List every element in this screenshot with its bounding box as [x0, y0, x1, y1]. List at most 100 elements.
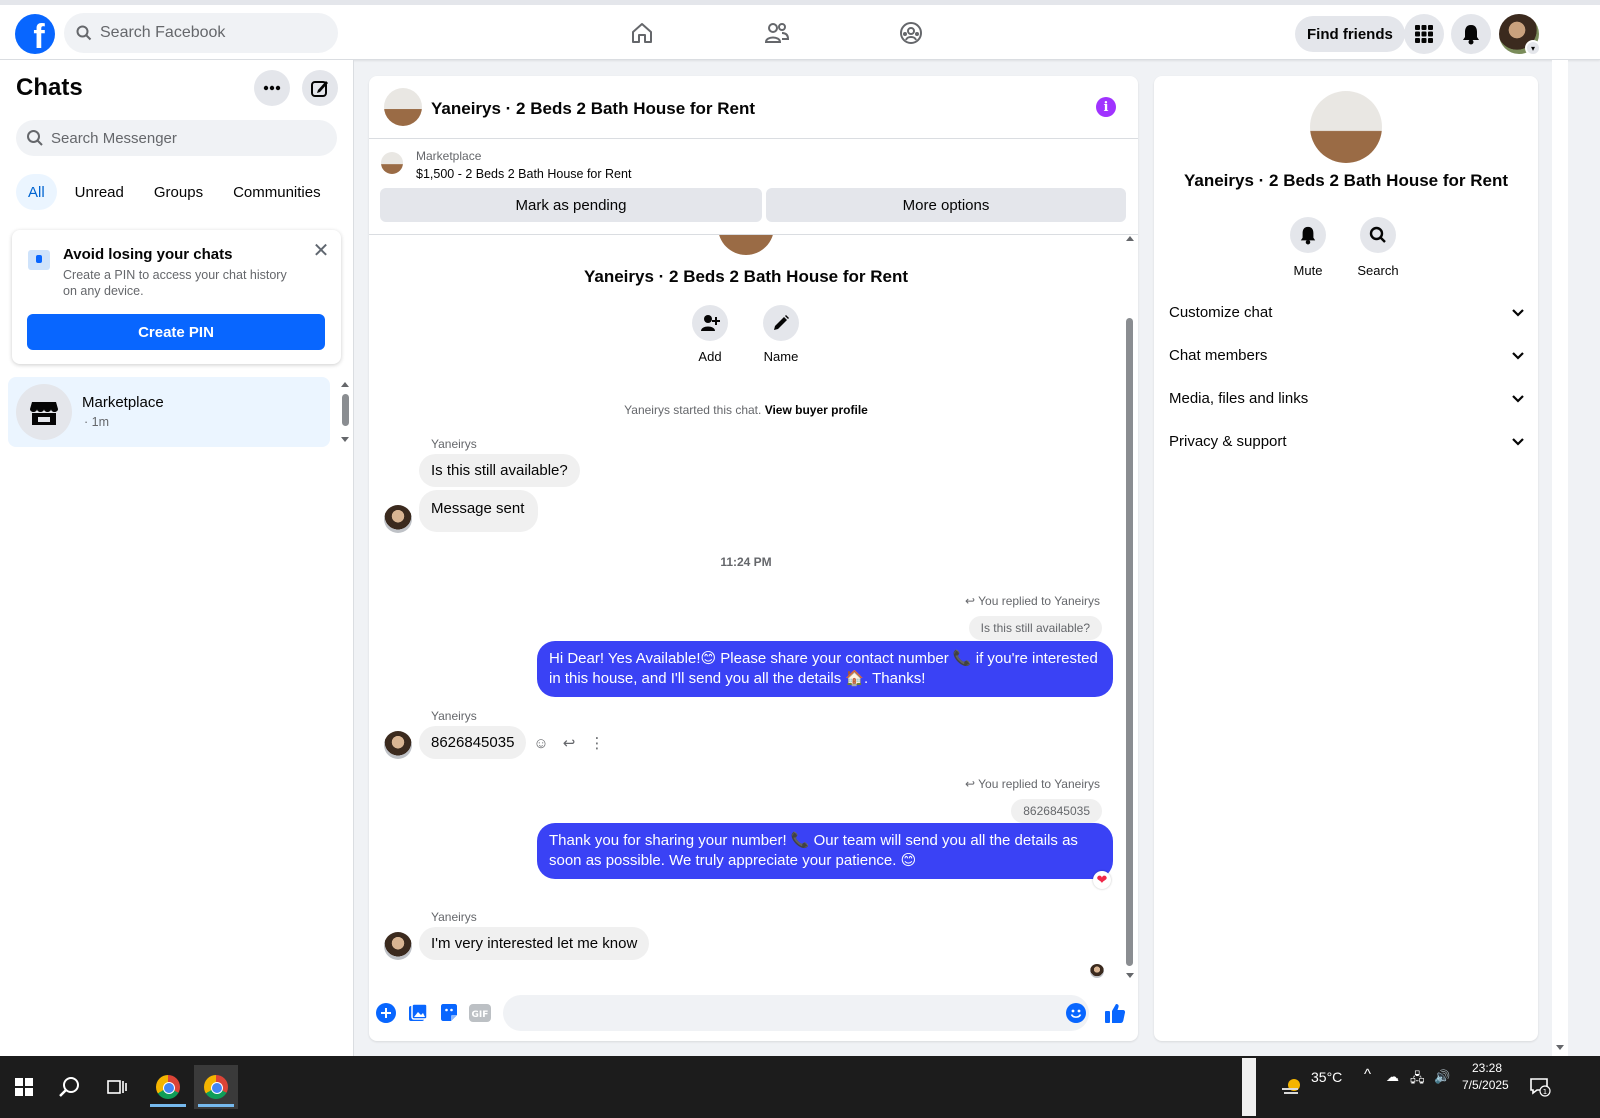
sender-avatar[interactable] — [384, 731, 412, 759]
pin-card-title: Avoid losing your chats — [63, 246, 233, 263]
groups-icon[interactable] — [895, 17, 927, 49]
clock-time[interactable]: 23:28 — [1472, 1061, 1502, 1075]
search-icon — [1360, 217, 1396, 253]
chevron-down-icon — [1512, 394, 1524, 403]
pin-reminder-card: Avoid losing your chats Create a PIN to … — [12, 230, 341, 364]
section-privacy-support[interactable]: Privacy & support — [1169, 423, 1525, 459]
find-friends-button[interactable]: Find friends — [1295, 16, 1405, 52]
section-customize-chat[interactable]: Customize chat — [1169, 294, 1525, 330]
like-icon[interactable] — [1104, 1002, 1126, 1024]
chat-avatar[interactable] — [384, 88, 422, 126]
clock-date[interactable]: 7/5/2025 — [1462, 1078, 1509, 1092]
menu-grid-icon[interactable] — [1404, 14, 1444, 54]
create-pin-button[interactable]: Create PIN — [27, 314, 325, 350]
chat-title[interactable]: Yaneirys · 2 Beds 2 Bath House for Rent — [431, 99, 755, 119]
bell-icon[interactable] — [1451, 14, 1491, 54]
incoming-message[interactable]: Message sent — [419, 490, 539, 532]
intro-title: Yaneirys · 2 Beds 2 Bath House for Rent — [583, 267, 909, 286]
outgoing-message[interactable]: Hi Dear! Yes Available!😊 Please share yo… — [537, 641, 1113, 697]
more-vertical-icon[interactable]: ⋮ — [588, 734, 606, 752]
replied-indicator: ↩ You replied to Yaneirys — [964, 777, 1100, 791]
conversation-time: · 1m — [84, 415, 109, 429]
gif-icon[interactable]: GIF — [469, 1002, 491, 1024]
search-in-chat-button[interactable]: Search — [1348, 217, 1408, 278]
emoji-icon[interactable] — [1065, 1002, 1087, 1024]
sender-avatar[interactable] — [384, 505, 412, 533]
chat-scrollbar[interactable] — [1124, 236, 1136, 978]
section-chat-members[interactable]: Chat members — [1169, 337, 1525, 373]
weather-temp[interactable]: 35°C — [1311, 1069, 1342, 1085]
heart-reaction-icon[interactable]: ❤ — [1093, 871, 1111, 889]
new-message-icon[interactable] — [302, 70, 338, 106]
section-media-files-links[interactable]: Media, files and links — [1169, 380, 1525, 416]
quoted-message[interactable]: Is this still available? — [968, 616, 1102, 640]
sidebar-scrollbar[interactable] — [339, 382, 351, 442]
outgoing-message[interactable]: Thank you for sharing your number! 📞 Our… — [537, 823, 1113, 879]
info-panel-title: Yaneirys · 2 Beds 2 Bath House for Rent — [1183, 171, 1509, 190]
chat-info-panel: Yaneirys · 2 Beds 2 Bath House for Rent … — [1154, 76, 1538, 1041]
weather-icon[interactable] — [1270, 1065, 1314, 1109]
replied-indicator: ↩ You replied to Yaneirys — [964, 594, 1100, 608]
profile-avatar[interactable]: ▾ — [1499, 14, 1541, 56]
add-label: Add — [698, 349, 722, 364]
chevron-down-icon — [1512, 437, 1524, 446]
sender-avatar[interactable] — [384, 932, 412, 960]
add-people-button[interactable]: Add — [680, 305, 740, 364]
incoming-message[interactable]: I'm very interested let me know — [419, 927, 650, 960]
notification-center-icon[interactable]: 1 — [1518, 1065, 1562, 1109]
more-options-icon[interactable] — [254, 70, 290, 106]
facebook-logo[interactable]: f — [15, 14, 55, 54]
chrome-icon[interactable] — [146, 1065, 190, 1109]
page-scrollbar[interactable] — [1552, 60, 1568, 1056]
photo-icon[interactable] — [407, 1002, 429, 1024]
svg-text:1: 1 — [1543, 1088, 1547, 1096]
name-chat-button[interactable]: Name — [751, 305, 811, 364]
home-icon[interactable] — [626, 17, 658, 49]
search-icon[interactable] — [48, 1065, 92, 1109]
filter-groups[interactable]: Groups — [142, 174, 215, 210]
mute-button[interactable]: Mute — [1278, 217, 1338, 278]
windows-start-icon[interactable] — [2, 1065, 46, 1109]
more-options-button[interactable]: More options — [766, 188, 1126, 222]
filter-all[interactable]: All — [16, 174, 57, 210]
messenger-search-input[interactable] — [51, 129, 311, 147]
filter-communities[interactable]: Communities — [221, 174, 333, 210]
incoming-message[interactable]: Is this still available? — [419, 454, 580, 487]
chevron-up-icon[interactable]: ^ — [1364, 1066, 1371, 1083]
listing-title[interactable]: $1,500 - 2 Beds 2 Bath House for Rent — [416, 167, 631, 181]
messenger-search[interactable] — [16, 120, 337, 156]
sticker-icon[interactable] — [438, 1002, 460, 1024]
quoted-message[interactable]: 8626845035 — [1011, 799, 1102, 823]
view-buyer-profile-link[interactable]: View buyer profile — [765, 403, 868, 417]
task-view-icon[interactable] — [95, 1065, 139, 1109]
plus-circle-icon[interactable] — [375, 1002, 397, 1024]
network-icon[interactable]: 🖧 — [1410, 1069, 1425, 1091]
listing-thumbnail[interactable] — [381, 152, 403, 174]
conversation-item-marketplace[interactable]: Marketplace · 1m — [8, 377, 330, 447]
taskbar-scroll[interactable] — [1242, 1058, 1256, 1116]
facebook-search[interactable] — [64, 13, 338, 53]
chat-window: Yaneirys · 2 Beds 2 Bath House for Rent … — [369, 76, 1138, 1041]
chats-title: Chats — [16, 74, 83, 101]
close-icon[interactable]: ✕ — [311, 240, 331, 262]
react-icon[interactable]: ☺ — [532, 734, 550, 752]
info-panel-avatar[interactable] — [1310, 91, 1382, 163]
filter-unread[interactable]: Unread — [63, 174, 136, 210]
reply-icon: ↩ — [964, 594, 975, 608]
search-label: Search — [1357, 263, 1399, 278]
message-input[interactable] — [503, 995, 1089, 1031]
message-list: Yaneirys · 2 Beds 2 Bath House for Rent … — [369, 235, 1138, 985]
chrome-icon[interactable] — [194, 1065, 238, 1109]
incoming-message[interactable]: 8626845035 — [419, 726, 527, 759]
message-composer: GIF — [369, 990, 1138, 1038]
info-icon[interactable]: i — [1096, 97, 1116, 117]
onedrive-icon[interactable]: ☁ — [1386, 1069, 1399, 1085]
mark-as-pending-button[interactable]: Mark as pending — [380, 188, 762, 222]
top-navigation-bar: f Find friends ▾ — [0, 0, 1600, 60]
speaker-icon[interactable]: 🔊 — [1434, 1069, 1450, 1085]
search-icon — [76, 25, 92, 41]
reply-icon[interactable]: ↩ — [560, 734, 578, 752]
friends-icon[interactable] — [761, 17, 793, 49]
facebook-search-input[interactable] — [100, 24, 320, 42]
search-icon — [27, 130, 43, 146]
